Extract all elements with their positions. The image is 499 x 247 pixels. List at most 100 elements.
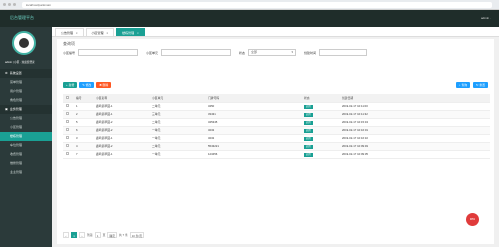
checkbox-icon[interactable] bbox=[66, 112, 69, 115]
maximize-window-icon[interactable] bbox=[13, 3, 16, 6]
row-checkbox[interactable] bbox=[63, 102, 73, 111]
edit-button[interactable]: ✎ 修改 bbox=[79, 82, 95, 88]
sidebar-group-system[interactable]: ⚙ 系统设置 bbox=[0, 69, 52, 78]
prev-page-icon[interactable]: ‹ bbox=[63, 232, 69, 238]
sidebar-item-repairs[interactable]: 维修管理 bbox=[0, 159, 52, 168]
chevron-down-icon: ▾ bbox=[291, 50, 294, 54]
delete-button[interactable]: ✖ 删除 bbox=[96, 82, 112, 88]
sidebar-item-fees[interactable]: 收费管理 bbox=[0, 150, 52, 159]
checkbox-icon[interactable] bbox=[66, 152, 69, 155]
page-size-select[interactable]: 10 条/页 bbox=[129, 232, 145, 238]
sidebar-item-users[interactable]: 用户管理 bbox=[0, 87, 52, 96]
status-select[interactable]: 全部 ▾ bbox=[248, 49, 297, 56]
created-time-input[interactable] bbox=[319, 49, 368, 56]
cell-status: 启用 bbox=[301, 126, 339, 135]
column-header[interactable]: 小区单元 bbox=[149, 94, 205, 103]
status-badge[interactable]: 启用 bbox=[304, 136, 313, 141]
table-row[interactable]: 6 鹿鸣翡翠园-2 一单元 3232 启用 2019-02-17 10:16:01 bbox=[63, 126, 490, 135]
reset-button[interactable]: ↻ 重置 bbox=[473, 82, 488, 88]
cell-status: 启用 bbox=[301, 102, 339, 111]
cell-unit: 一单元 bbox=[149, 150, 205, 159]
cell-community: 鹿鸣翡翠园-1 bbox=[93, 110, 149, 119]
table-row[interactable]: 7 鹿鸣翡翠园-1 一单元 123456 启用 2019-02-17 10:09:35 bbox=[63, 150, 490, 159]
search-icon: ⌕ bbox=[458, 83, 461, 87]
column-header[interactable]: 小区名称 bbox=[93, 94, 149, 103]
status-badge[interactable]: 启用 bbox=[304, 128, 313, 133]
edit-icon: ✎ bbox=[82, 83, 85, 87]
table-row[interactable]: 1 鹿鸣翡翠园-1 二单元 3450 启用 2019-02-17 10:11:00 bbox=[63, 102, 490, 111]
next-page-icon[interactable]: › bbox=[79, 232, 85, 238]
floating-widget[interactable]: 98% bbox=[466, 213, 479, 226]
status-badge[interactable]: 启用 bbox=[304, 152, 313, 157]
table-row[interactable]: 5 鹿鸣翡翠园-2 二单元 345345 启用 2019-02-17 10:15:43 bbox=[63, 118, 490, 127]
confirm-page-button[interactable]: 确定 bbox=[107, 232, 118, 238]
address-bar[interactable]: localhost/parkmain bbox=[22, 2, 492, 8]
add-button[interactable]: + 新增 bbox=[63, 82, 78, 88]
app-logo: 后台管理平台 bbox=[10, 15, 34, 20]
column-header[interactable]: 状态 bbox=[301, 94, 339, 103]
search-actions: ⌕ 查询 ↻ 重置 bbox=[455, 82, 488, 88]
window-controls bbox=[3, 3, 16, 6]
checkbox-icon[interactable] bbox=[66, 95, 69, 99]
row-checkbox[interactable] bbox=[63, 110, 73, 119]
page-input[interactable]: 1 bbox=[94, 232, 101, 238]
select-all-checkbox[interactable] bbox=[63, 94, 73, 103]
table-row[interactable]: 2 鹿鸣翡翠园-1 三单元 33431 启用 2019-02-17 10:11:32 bbox=[63, 110, 490, 119]
cell-created: 2019-02-17 10:15:43 bbox=[339, 118, 490, 127]
sidebar-item-menu[interactable]: 菜单管理 bbox=[0, 78, 52, 87]
tab-buildings[interactable]: 楼栋管理 × bbox=[116, 28, 145, 36]
sidebar-group-business[interactable]: ▣ 业务管理 bbox=[0, 105, 52, 114]
status-badge[interactable]: 启用 bbox=[304, 120, 313, 125]
delete-button-label: 删除 bbox=[102, 83, 109, 87]
checkbox-icon[interactable] bbox=[66, 128, 69, 131]
tab-notices[interactable]: 公告管理 × bbox=[55, 28, 84, 36]
total-count: 共 7 条 bbox=[119, 233, 128, 237]
tab-communities[interactable]: 小区管理 × bbox=[85, 28, 115, 36]
column-header[interactable]: 门牌号码 bbox=[205, 94, 301, 103]
row-checkbox[interactable] bbox=[63, 118, 73, 127]
status-badge[interactable]: 启用 bbox=[304, 112, 313, 117]
search-button[interactable]: ⌕ 查询 bbox=[455, 82, 471, 88]
cell-door: 123456 bbox=[205, 150, 301, 159]
row-checkbox[interactable] bbox=[63, 126, 73, 135]
table-row[interactable]: 4 鹿鸣翡翠园-2 二单元 5543221 启用 2019-02-17 10:09:49 bbox=[63, 142, 490, 151]
status-badge[interactable]: 启用 bbox=[304, 144, 313, 149]
checkbox-icon[interactable] bbox=[66, 136, 69, 139]
checkbox-icon[interactable] bbox=[66, 104, 69, 107]
column-header[interactable]: 创建日期 bbox=[339, 94, 490, 103]
sidebar-item-communities[interactable]: 小区管理 bbox=[0, 123, 52, 132]
row-checkbox[interactable] bbox=[63, 142, 73, 151]
cell-community: 鹿鸣翡翠园-1 bbox=[93, 134, 149, 143]
cell-community: 鹿鸣翡翠园-2 bbox=[93, 118, 149, 127]
sidebar-item-notices[interactable]: 公告管理 bbox=[0, 114, 52, 123]
status-badge[interactable]: 启用 bbox=[304, 104, 313, 109]
close-icon[interactable]: × bbox=[76, 32, 78, 35]
unit-input[interactable] bbox=[161, 49, 232, 56]
close-icon[interactable]: × bbox=[137, 32, 139, 35]
header-user-menu[interactable]: admin · bbox=[481, 16, 491, 20]
unit-label: 小区单元 bbox=[146, 50, 159, 55]
sidebar-item-parking[interactable]: 车位管理 bbox=[0, 141, 52, 150]
cell-unit: 二单元 bbox=[149, 118, 205, 127]
page-title: 查询项 bbox=[63, 41, 75, 46]
row-checkbox[interactable] bbox=[63, 150, 73, 159]
created-time-label: 创建时间 bbox=[304, 50, 317, 55]
cell-id: 7 bbox=[73, 150, 93, 159]
row-checkbox[interactable] bbox=[63, 134, 73, 143]
table-row[interactable]: 3 鹿鸣翡翠园-1 一单元 3232 启用 2019-02-17 10:16:10 bbox=[63, 134, 490, 143]
community-id-input[interactable] bbox=[78, 49, 139, 56]
minimize-window-icon[interactable] bbox=[8, 3, 11, 6]
close-icon[interactable]: × bbox=[107, 32, 109, 35]
close-window-icon[interactable] bbox=[3, 3, 6, 6]
sidebar-item-buildings[interactable]: 楼栋管理 bbox=[0, 132, 52, 141]
checkbox-icon[interactable] bbox=[66, 120, 69, 123]
checkbox-icon[interactable] bbox=[66, 144, 69, 147]
sidebar-item-owners[interactable]: 业主管理 bbox=[0, 168, 52, 177]
browser-bar: localhost/parkmain bbox=[0, 0, 499, 10]
user-icon bbox=[19, 38, 29, 48]
column-header[interactable]: 编号 bbox=[73, 94, 93, 103]
sidebar: admin | 小区 · 欢迎您登录 ⚙ 系统设置 菜单管理 用户管理 角色管理 … bbox=[0, 27, 52, 247]
page-number-current[interactable]: 1 bbox=[71, 232, 77, 238]
cell-id: 2 bbox=[73, 110, 93, 119]
sidebar-item-roles[interactable]: 角色管理 bbox=[0, 96, 52, 105]
